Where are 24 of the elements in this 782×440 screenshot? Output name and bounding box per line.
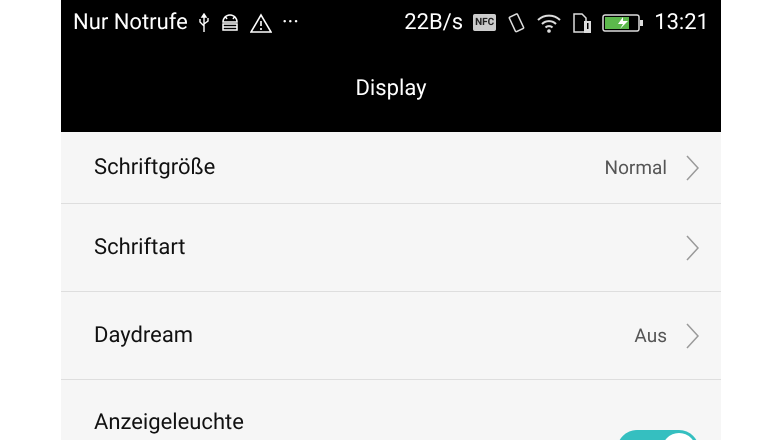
battery-charging-icon bbox=[602, 12, 644, 32]
settings-row[interactable]: Schriftgröße Normal bbox=[61, 132, 721, 204]
usb-icon bbox=[198, 12, 210, 32]
more-indicator: ··· bbox=[282, 10, 300, 35]
warning-icon bbox=[250, 12, 272, 32]
network-speed: 22B/s bbox=[404, 10, 464, 35]
settings-row[interactable]: Daydream Aus bbox=[61, 292, 721, 380]
clock: 13:21 bbox=[654, 10, 709, 35]
chevron-right-icon bbox=[685, 154, 699, 180]
carrier-text: Nur Notrufe bbox=[73, 10, 188, 35]
screen-title: Display bbox=[355, 76, 427, 101]
setting-label: Schriftgröße bbox=[94, 155, 216, 180]
setting-label: Anzeigeleuchte bbox=[94, 410, 244, 435]
chevron-right-icon bbox=[685, 234, 699, 260]
setting-value: Aus bbox=[634, 324, 667, 347]
nfc-icon: NFC bbox=[473, 14, 496, 31]
setting-label: Daydream bbox=[94, 323, 194, 348]
settings-row[interactable]: Schriftart bbox=[61, 204, 721, 292]
wifi-icon bbox=[536, 12, 562, 32]
sim-card-icon bbox=[572, 12, 592, 34]
setting-label: Schriftart bbox=[94, 235, 186, 260]
vibrate-phone-icon bbox=[506, 12, 526, 34]
chevron-right-icon bbox=[685, 322, 699, 348]
setting-value: Normal bbox=[604, 156, 667, 179]
